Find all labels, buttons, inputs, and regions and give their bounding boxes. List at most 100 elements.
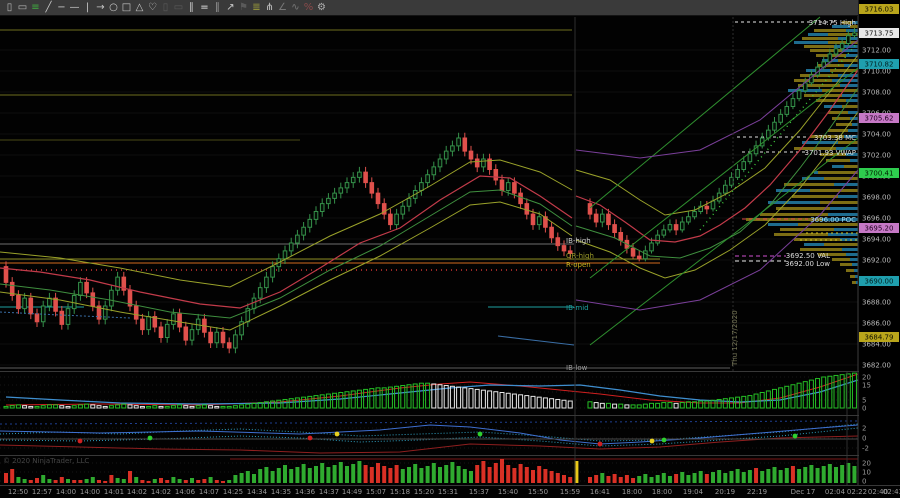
volume-bar [165, 480, 169, 483]
volume-bar [314, 466, 318, 483]
line-segment-icon[interactable]: − [55, 0, 68, 16]
rectangle-icon[interactable]: □ [120, 0, 133, 16]
candle-body [469, 151, 473, 159]
chart-canvas[interactable]: 3714.75 High3703.38 MC3701.93 VWAP3696.0… [0, 0, 900, 498]
volume-bar [773, 467, 777, 483]
time-axis[interactable] [0, 486, 900, 498]
volume-bar [35, 478, 39, 483]
candle-body [234, 335, 238, 348]
candle-body [457, 138, 461, 146]
volume-bar [588, 477, 592, 483]
chart-label: 3692.50 VAL [786, 252, 830, 260]
volume-bar [78, 480, 82, 483]
profile-row [842, 248, 858, 251]
volume-bar [66, 479, 70, 483]
flag-icon[interactable]: ⚑ [237, 0, 250, 16]
channel-icon[interactable]: ≣ [250, 0, 263, 16]
volume-bar [512, 468, 516, 483]
gann-angle-icon[interactable]: ∠ [276, 0, 289, 16]
volume-bar [72, 480, 76, 483]
arrow-ne-icon[interactable]: ↗ [224, 0, 237, 16]
retracement-icon[interactable]: % [302, 0, 315, 16]
candle-body [613, 225, 617, 233]
signal-dot [335, 432, 340, 437]
trash-icon[interactable]: ▯ [3, 0, 16, 16]
candle-body [556, 238, 560, 246]
volume-bar [122, 479, 126, 483]
ray-icon[interactable]: → [94, 0, 107, 16]
candle-body [389, 214, 393, 225]
ellipse-icon[interactable]: ○ [107, 0, 120, 16]
trading-chart-window: { "toolbar": { "icons": [ {"name":"trash… [0, 0, 900, 498]
triangle-icon[interactable]: △ [133, 0, 146, 16]
candle-body [711, 201, 715, 209]
volume-bar [809, 465, 813, 483]
candle-body [172, 314, 176, 325]
candle-body [834, 49, 838, 54]
signal-dot [308, 436, 313, 441]
volume-bar [357, 461, 361, 483]
volume-bar [128, 471, 132, 483]
pitchfork-icon[interactable]: ⋔ [263, 0, 276, 16]
chart-label: 3701.93 VWAP [804, 149, 856, 157]
profile-row [842, 94, 858, 97]
region-vertical-icon[interactable]: ▯ [159, 0, 172, 16]
chart-label: R-open [566, 261, 591, 269]
volume-bar [54, 480, 58, 483]
volume-bar [699, 471, 703, 483]
volume-bar [717, 470, 721, 483]
volume-bar [302, 464, 306, 483]
measure-icon[interactable]: ▭ [16, 0, 29, 16]
profile-row [850, 159, 858, 162]
chart-label: 3714.75 High [809, 19, 856, 27]
candle-body [165, 324, 169, 337]
candle-body [803, 83, 807, 91]
volume-bar [116, 478, 120, 483]
wave-icon[interactable]: ∿ [289, 0, 302, 16]
volume-bar [47, 479, 51, 483]
hatch-icon[interactable]: ∥ [211, 0, 224, 16]
volume-bar [215, 480, 219, 483]
volume-bar [606, 476, 610, 483]
volume-bar [246, 471, 250, 483]
region-horizontal-icon[interactable]: ▭ [172, 0, 185, 16]
freehand-icon[interactable]: ♡ [146, 0, 159, 16]
price-axis[interactable] [858, 0, 900, 486]
profile-row [840, 84, 858, 87]
volume-bar [382, 466, 386, 483]
volume-bar [370, 467, 374, 483]
signal-dot [793, 434, 798, 439]
gear-icon[interactable]: ⚙ [315, 0, 328, 16]
vertical-line-icon[interactable]: | [81, 0, 94, 16]
equals-channel-icon[interactable]: = [198, 0, 211, 16]
volume-bar [525, 467, 529, 483]
profile-row [850, 258, 858, 261]
candle-body [227, 343, 231, 348]
candle-body [637, 256, 641, 259]
candle-body [401, 206, 405, 214]
chart-label: 3696.00 POC [810, 216, 856, 224]
bars-icon[interactable]: ≡ [29, 0, 42, 16]
candle-body [48, 298, 52, 306]
volume-bar [834, 467, 838, 483]
volume-bar [680, 472, 684, 483]
candle-body [333, 193, 337, 198]
pencil-icon[interactable]: ╱ [42, 0, 55, 16]
volume-bar [407, 467, 411, 483]
candle-body [308, 219, 312, 227]
volume-bar [376, 463, 380, 483]
volume-bar [153, 479, 157, 483]
profile-row [830, 207, 858, 210]
candle-body [190, 330, 194, 341]
volume-bar [364, 465, 368, 483]
extended-line-icon[interactable]: — [68, 0, 81, 16]
candle-body [687, 217, 691, 222]
volume-bar [413, 464, 417, 483]
volume-bar [326, 467, 330, 483]
candle-body [420, 183, 424, 191]
parallel-lines-icon[interactable]: ∥ [185, 0, 198, 16]
candle-body [451, 146, 455, 151]
candle-body [724, 185, 728, 193]
volume-bar [550, 471, 554, 483]
candle-body [562, 246, 566, 251]
